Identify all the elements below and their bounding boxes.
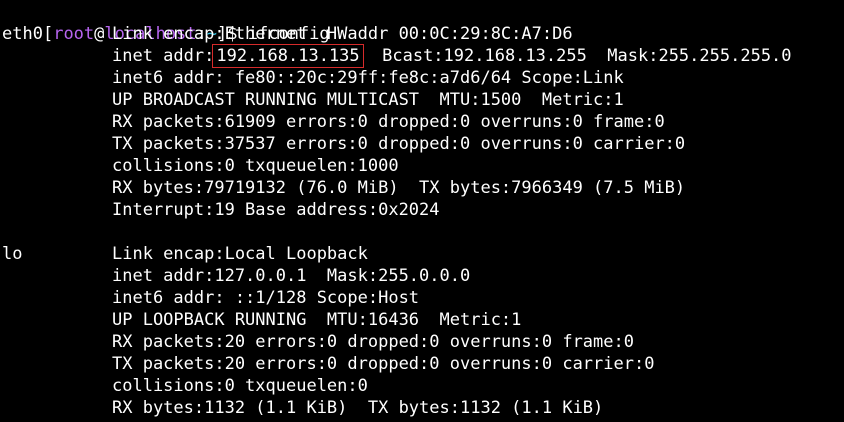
eth0-collisions-line: collisions:0 txqueuelen:1000 bbox=[112, 156, 399, 176]
lo-bytes-line: RX bytes:1132 (1.1 KiB) TX bytes:1132 (1… bbox=[112, 398, 604, 418]
shell-prompt-line: [root@localhost:~]$ ifconfig bbox=[2, 1, 330, 44]
terminal-window[interactable]: [root@localhost:~]$ ifconfig eth0 Link e… bbox=[0, 0, 844, 422]
prompt-user: root bbox=[53, 24, 95, 44]
eth0-rx-packets-line: RX packets:61909 errors:0 dropped:0 over… bbox=[112, 112, 665, 132]
eth0-inet-prefix: inet addr: bbox=[112, 46, 215, 66]
eth0-flags-line: UP BROADCAST RUNNING MULTICAST MTU:1500 … bbox=[112, 90, 624, 110]
lo-rx-packets-line: RX packets:20 errors:0 dropped:0 overrun… bbox=[112, 332, 634, 352]
eth0-inet-suffix: Bcast:192.168.13.255 Mask:255.255.255.0 bbox=[361, 46, 792, 66]
eth0-tx-packets-line: TX packets:37537 errors:0 dropped:0 over… bbox=[112, 134, 686, 154]
lo-tx-packets-line: TX packets:20 errors:0 dropped:0 overrun… bbox=[112, 354, 655, 374]
prompt-open-bracket: [ bbox=[42, 24, 54, 44]
lo-collisions-line: collisions:0 txqueuelen:0 bbox=[112, 376, 368, 396]
lo-inet6-line: inet6 addr: ::1/128 Scope:Host bbox=[112, 288, 420, 308]
eth0-inet-addr-highlighted: 192.168.13.135 bbox=[212, 44, 364, 68]
lo-flags-line: UP LOOPBACK RUNNING MTU:16436 Metric:1 bbox=[112, 310, 522, 330]
interface-name-lo: lo bbox=[2, 244, 23, 264]
eth0-inet6-line: inet6 addr: fe80::20c:29ff:fe8c:a7d6/64 … bbox=[112, 68, 624, 88]
lo-link-encap: Link encap:Local Loopback bbox=[112, 244, 368, 264]
prompt-at: @ bbox=[94, 24, 105, 44]
lo-inet-line: inet addr:127.0.0.1 Mask:255.0.0.0 bbox=[112, 266, 471, 286]
eth0-inet-line: inet addr: 192.168.13.135 Bcast:192.168.1… bbox=[112, 44, 792, 68]
eth0-link-encap: Link encap:Ethernet HWaddr 00:0C:29:8C:A… bbox=[112, 24, 573, 44]
eth0-bytes-line: RX bytes:79719132 (76.0 MiB) TX bytes:79… bbox=[112, 178, 686, 198]
eth0-interrupt-line: Interrupt:19 Base address:0x2024 bbox=[112, 200, 440, 220]
interface-name-eth0: eth0 bbox=[2, 24, 43, 44]
